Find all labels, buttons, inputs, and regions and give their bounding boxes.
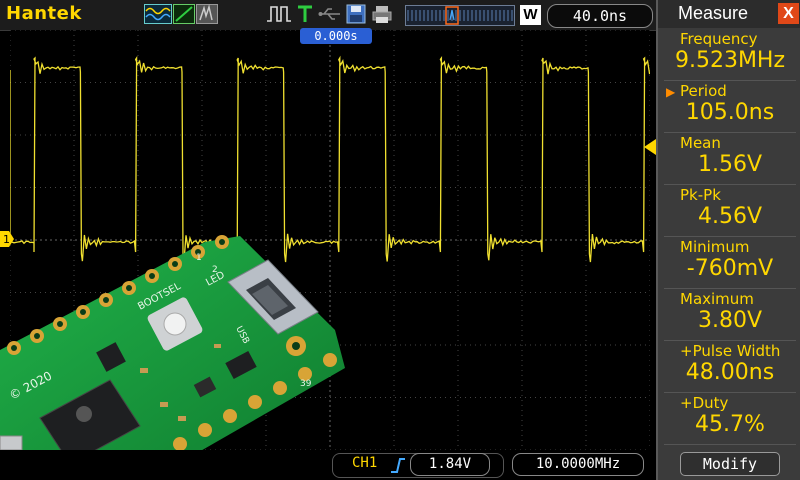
persist-icon[interactable] [196, 4, 218, 24]
window-zoom-badge[interactable]: W [520, 5, 541, 25]
measurement-value: 45.7% [658, 412, 800, 437]
measurement-divider [664, 288, 796, 289]
measurement-label[interactable]: Mean [680, 134, 721, 152]
trigger-level-readout[interactable]: 1.84V [410, 453, 490, 476]
rising-edge-icon [390, 456, 406, 474]
measurement-divider [664, 80, 796, 81]
print-icon[interactable] [371, 4, 393, 24]
close-button[interactable]: X [778, 3, 799, 24]
measurement-divider [664, 444, 796, 445]
oscilloscope-app: Hantek W 40.0ns 0.000s 1 BOOTSEL LED USB… [0, 0, 800, 480]
measurement-divider [664, 340, 796, 341]
measurement-label[interactable]: Pk-Pk [680, 186, 721, 204]
measurement-divider [664, 184, 796, 185]
measurement-value: -760mV [658, 256, 800, 281]
measurement-label[interactable]: +Duty [680, 394, 728, 412]
usb-icon[interactable] [318, 4, 342, 24]
measurement-value: 4.56V [658, 204, 800, 229]
measurement-label[interactable]: Period [680, 82, 727, 100]
measurement-label[interactable]: Maximum [680, 290, 754, 308]
measurement-value: 3.80V [658, 308, 800, 333]
measurement-value: 105.0ns [658, 100, 800, 125]
trigger-level-arrow[interactable] [640, 139, 656, 155]
measurement-value: 48.00ns [658, 360, 800, 385]
selected-arrow-icon: ▶ [666, 85, 675, 99]
silk-pin-2: 2 [212, 265, 218, 275]
panel-title: Measure [678, 3, 748, 24]
measurement-label[interactable]: +Pulse Width [680, 342, 780, 360]
brand-logo: Hantek [6, 3, 82, 24]
measurement-label[interactable]: Minimum [680, 238, 750, 256]
channel-label[interactable]: CH1 [352, 455, 377, 471]
memory-strip[interactable] [405, 5, 515, 26]
save-icon[interactable] [345, 4, 367, 24]
measure-panel: Measure X ▶ Frequency 9.523MHz Period 105.0… [656, 0, 800, 480]
silk-pin-1: 1 [196, 253, 202, 263]
measurement-label[interactable]: Frequency [680, 30, 758, 48]
frequency-counter-readout: 10.0000MHz [512, 453, 644, 476]
trigger-time-badge: 0.000s [300, 28, 372, 44]
modify-button[interactable]: Modify [680, 452, 780, 476]
timebase-readout[interactable]: 40.0ns [547, 4, 653, 28]
crystal [0, 436, 22, 450]
pulse-icon[interactable] [266, 4, 292, 24]
wave-mode-icon[interactable] [144, 4, 172, 24]
measurement-value: 1.56V [658, 152, 800, 177]
measurement-value: 9.523MHz [658, 48, 800, 73]
pico-board-image: BOOTSEL LED USB © 2020 1 2 39 [0, 228, 345, 480]
measurement-divider [664, 392, 796, 393]
trace-style-icon[interactable] [173, 4, 195, 24]
measurement-divider [664, 236, 796, 237]
measure-panel-header: Measure X [658, 0, 800, 28]
top-toolbar: Hantek W 40.0ns [0, 0, 656, 31]
measurement-divider [664, 132, 796, 133]
silk-pin-39: 39 [300, 379, 312, 389]
trigger-icon[interactable] [296, 4, 314, 24]
